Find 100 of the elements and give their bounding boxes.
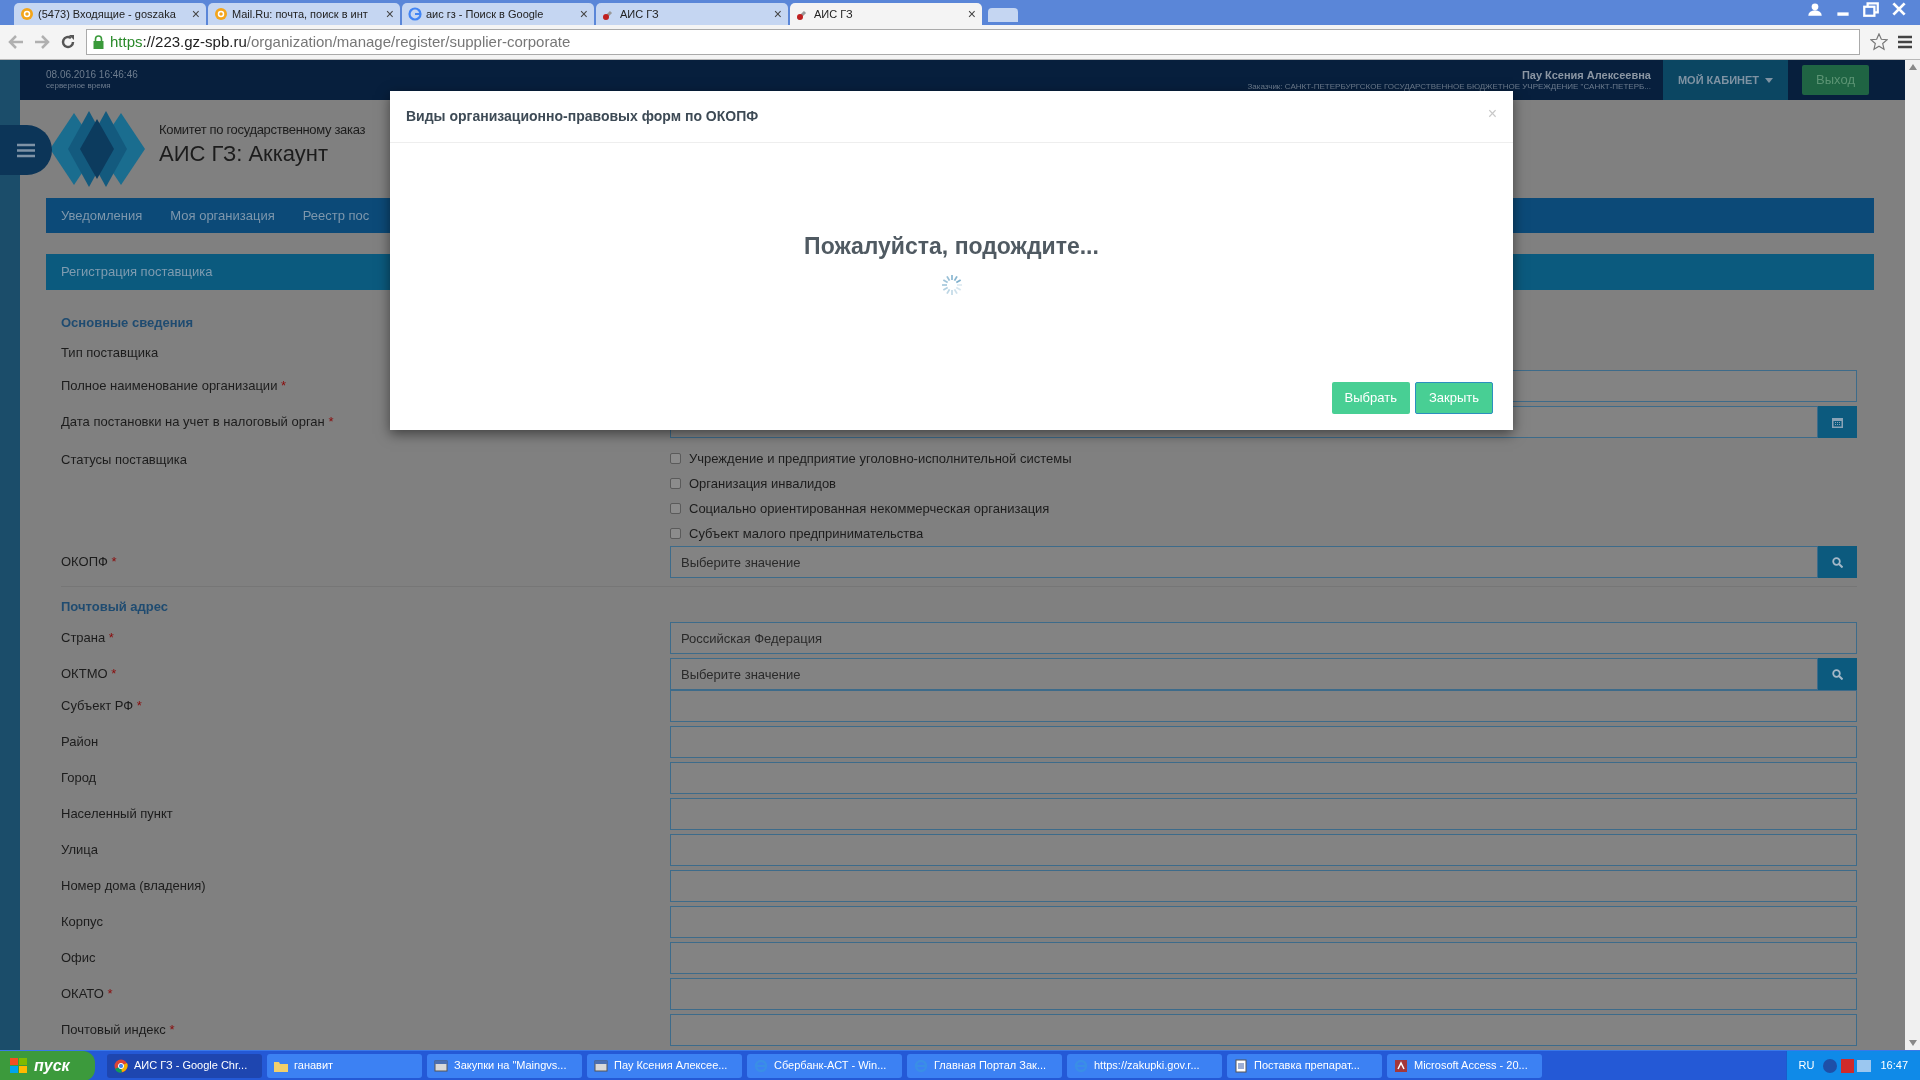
calendar-button[interactable] (1818, 406, 1857, 438)
field-label: ОКОПФ * (61, 553, 117, 572)
app-title: АИС ГЗ: Аккаунт (159, 140, 330, 169)
search-button[interactable] (1818, 546, 1857, 578)
nav-link[interactable]: Реестр пос (302, 205, 370, 226)
start-button[interactable]: пуск (0, 1050, 95, 1080)
taskbar-item[interactable]: Microsoft Access - 20... (1387, 1053, 1542, 1078)
language-indicator[interactable]: RU (1798, 1057, 1815, 1074)
field-label: Номер дома (владения) (61, 877, 206, 896)
windows-flag-icon (10, 1057, 28, 1074)
at-sign-icon (20, 7, 34, 21)
browser-icon (114, 1058, 128, 1073)
field-label: Улица (61, 841, 98, 860)
bookmark-star-icon[interactable] (1870, 33, 1888, 51)
browser-tab[interactable]: Mail.Ru: почта, поиск в инт × (208, 3, 400, 25)
address-bar[interactable]: https://223.gz-spb.ru/organization/manage/register/supplier-corporate (86, 29, 1860, 55)
field-label: ОКАТО * (61, 985, 113, 1004)
checkbox[interactable] (670, 478, 681, 489)
nav-link[interactable]: Моя организация (170, 205, 275, 226)
input-field[interactable] (670, 726, 1857, 758)
field-label: Корпус (61, 913, 103, 932)
tab-close-button[interactable]: × (191, 3, 200, 25)
browser-tab[interactable]: аис гз - Поиск в Google × (402, 3, 594, 25)
my-cabinet-button[interactable]: МОЙ КАБИНЕТ (1662, 60, 1789, 100)
field-label: Район (61, 733, 99, 752)
section-heading: Основные сведения (61, 314, 194, 333)
field-label: Почтовый индекс * (61, 1021, 175, 1040)
taskbar-item[interactable]: https://zakupki.gov.r... (1067, 1053, 1222, 1078)
dialog-button[interactable]: Закрыть (1414, 382, 1493, 414)
lookup-field[interactable]: Выберите значение (670, 658, 1818, 690)
tab-close-button[interactable]: × (385, 3, 394, 25)
taskbar-item[interactable]: ганавит (267, 1053, 422, 1078)
field-label: Статусы поставщика (61, 451, 187, 469)
nav-link[interactable]: Уведомления (61, 205, 143, 226)
server-time-caption: серверное время (46, 81, 112, 91)
menu-icon[interactable] (1898, 35, 1912, 49)
input-field[interactable]: Российская Федерация (670, 622, 1857, 654)
input-field[interactable] (670, 942, 1857, 974)
search-icon (1832, 668, 1843, 680)
panel-title: Регистрация поставщика (61, 263, 213, 282)
menu-toggle[interactable] (0, 125, 52, 175)
input-field[interactable] (670, 906, 1857, 938)
browser-tab[interactable]: АИС ГЗ × (790, 3, 982, 25)
input-field[interactable] (670, 1014, 1857, 1046)
input-field[interactable] (670, 834, 1857, 866)
tab-close-button[interactable]: × (773, 3, 782, 25)
tab-close-button[interactable]: × (579, 3, 588, 25)
caret-icon (1765, 77, 1774, 83)
calendar-icon (1832, 416, 1843, 428)
scroll-up-icon[interactable] (1908, 64, 1917, 70)
modal-title: Виды организационно-правовых форм по ОКОПФ (406, 107, 759, 126)
scroll-down-icon[interactable] (1908, 1040, 1917, 1046)
input-field[interactable] (670, 798, 1857, 830)
field-label: Дата постановки на учет в налоговый орган * (61, 413, 334, 432)
checkbox[interactable] (670, 528, 681, 539)
taskbar-item[interactable]: Поставка препарат... (1227, 1053, 1382, 1078)
loading-spinner-icon (940, 273, 963, 296)
browser-tab[interactable]: АИС ГЗ × (596, 3, 788, 25)
checkbox[interactable] (670, 453, 681, 464)
forward-icon[interactable] (34, 35, 50, 49)
padlock-icon (93, 35, 104, 49)
document-icon (1234, 1058, 1248, 1073)
lookup-field[interactable]: Выберите значение (670, 546, 1818, 578)
taskbar-item[interactable]: Закупки на "Maingvs... (427, 1053, 582, 1078)
field-label: Субъект РФ * (61, 697, 142, 716)
input-field[interactable] (670, 690, 1857, 722)
tray-icons[interactable] (1822, 1057, 1873, 1074)
field-label: Полное наименование организации * (61, 377, 287, 396)
checkbox[interactable] (670, 503, 681, 514)
server-time: 08.06.2016 16:46:46 (46, 69, 138, 81)
logout-button[interactable]: Выход (1802, 65, 1869, 95)
browser-tab[interactable]: (5473) Входящие - goszaka × (14, 3, 206, 25)
input-field[interactable] (670, 762, 1857, 794)
window-icon (594, 1058, 608, 1073)
field-label: Тип поставщика (61, 344, 159, 363)
taskbar-item[interactable]: АИС ГЗ - Google Chr... (107, 1053, 262, 1078)
section-heading: Почтовый адрес (61, 598, 169, 617)
organization-name: Заказчик: САНКТ-ПЕТЕРБУРГСКОЕ ГОСУДАРСТВЕННОЕ БЮДЖЕТНОЕ УЧРЕЖДЕНИЕ "САНКТ-ПЕТЕРБ... (1247, 81, 1651, 92)
reload-icon[interactable] (60, 34, 76, 50)
tab-close-button[interactable]: × (967, 3, 976, 25)
taskbar-item[interactable]: Пау Ксения Алексее... (587, 1053, 742, 1078)
taskbar-item[interactable]: Главная Портал Зак... (907, 1053, 1062, 1078)
input-field[interactable] (670, 978, 1857, 1010)
checkbox-label: Учреждение и предприятие уголовно-исполнительной системы (689, 449, 1072, 468)
g-letter-icon (408, 7, 422, 21)
menu-icon[interactable] (17, 142, 35, 158)
field-label: Населенный пункт (61, 805, 173, 824)
checkbox-label: Субъект малого предпринимательства (689, 524, 924, 543)
back-icon[interactable] (8, 35, 24, 49)
input-field[interactable] (670, 870, 1857, 902)
dialog-button[interactable]: Выбрать (1331, 382, 1410, 414)
field-label: Офис (61, 949, 96, 968)
search-button[interactable] (1818, 658, 1857, 690)
url-text: https://223.gz-spb.ru/organization/manage/register/supplier-corporate (110, 31, 571, 52)
taskbar-item[interactable]: Сбербанк-АСТ - Win... (747, 1053, 902, 1078)
new-tab-button[interactable] (988, 8, 1018, 22)
field-label: ОКТМО * (61, 665, 117, 684)
loading-message: Пожалуйста, подождите... (804, 232, 1099, 261)
field-label: Страна * (61, 629, 114, 648)
key-icon (1394, 1058, 1408, 1073)
